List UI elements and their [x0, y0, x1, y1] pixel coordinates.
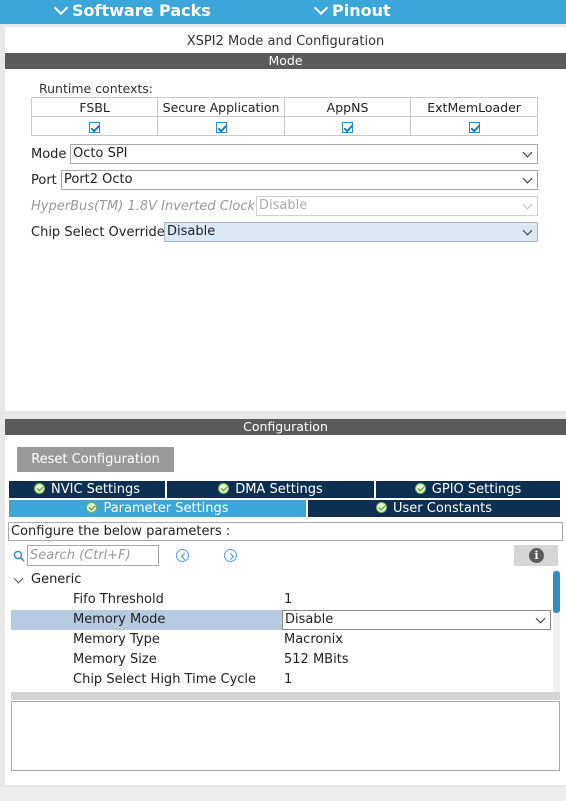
- port-label: Port: [31, 172, 57, 188]
- port-select[interactable]: Port2 Octo: [61, 170, 538, 190]
- bottom-strip: [0, 787, 566, 801]
- parameters-vertical-scrollbar[interactable]: [553, 570, 560, 692]
- chevron-down-icon: [313, 0, 329, 15]
- chip-select-override-select[interactable]: Disable: [164, 222, 538, 242]
- chevron-down-icon: [53, 0, 69, 15]
- runtime-contexts-table: FSBL Secure Application AppNS ExtMemLoad…: [30, 97, 538, 136]
- param-value: Macronix: [284, 632, 343, 647]
- chevron-down-icon: [522, 225, 533, 236]
- param-key: Memory Type: [73, 632, 160, 647]
- param-key: Memory Size: [73, 652, 157, 667]
- context-header-appns: AppNS: [283, 97, 412, 117]
- param-row-memory-mode[interactable]: Memory Mode Disable: [11, 610, 551, 630]
- fsbl-checkbox[interactable]: [89, 121, 101, 133]
- mode-select[interactable]: Octo SPI: [70, 144, 538, 164]
- tab-label: DMA Settings: [235, 482, 323, 497]
- port-value: Port2 Octo: [64, 172, 133, 187]
- context-header-secure-application: Secure Application: [157, 97, 285, 117]
- tab-user-constants[interactable]: User Constants: [308, 500, 560, 517]
- info-button[interactable]: i: [514, 545, 558, 566]
- reset-configuration-button[interactable]: Reset Configuration: [17, 447, 174, 472]
- group-generic[interactable]: Generic: [11, 570, 551, 590]
- chevron-down-icon: [522, 173, 533, 184]
- secure-application-checkbox[interactable]: [215, 121, 227, 133]
- port-row: Port: [31, 170, 57, 190]
- check-circle-icon: [376, 502, 387, 513]
- software-packs-label: Software Packs: [72, 1, 211, 20]
- chevron-down-icon: [535, 613, 546, 624]
- param-value: 1: [284, 672, 293, 687]
- mode-label: Mode: [31, 146, 67, 162]
- tab-gpio-settings[interactable]: GPIO Settings: [376, 481, 560, 498]
- chip-select-row: Chip Select Override: [31, 222, 165, 242]
- search-input[interactable]: Search (Ctrl+F): [27, 545, 159, 566]
- param-key: Memory Mode: [73, 612, 166, 627]
- hyperbus-label: HyperBus(TM) 1.8V Inverted Clock: [31, 198, 256, 214]
- param-row-memory-type[interactable]: Memory Type Macronix: [11, 630, 551, 650]
- memory-mode-select[interactable]: Disable: [282, 610, 551, 630]
- chip-select-override-label: Chip Select Override: [31, 224, 165, 240]
- info-icon: i: [529, 548, 544, 563]
- previous-match-icon[interactable]: [176, 549, 189, 562]
- chip-select-override-value: Disable: [167, 224, 216, 239]
- mode-row: Mode: [31, 144, 66, 164]
- extmemloader-checkbox[interactable]: [468, 121, 480, 133]
- param-row-chip-select-high-time-cycle[interactable]: Chip Select High Time Cycle 1: [11, 670, 551, 690]
- mode-section-header: Mode: [5, 53, 566, 69]
- param-row-fifo-threshold[interactable]: Fifo Threshold 1: [11, 590, 551, 610]
- param-value: Disable: [285, 612, 334, 627]
- check-circle-icon: [86, 502, 98, 513]
- pinout-menu[interactable]: Pinout: [313, 0, 391, 20]
- hyperbus-row: HyperBus(TM) 1.8V Inverted Clock: [31, 196, 255, 216]
- hyperbus-value: Disable: [259, 198, 308, 213]
- scrollbar-thumb[interactable]: [553, 571, 560, 613]
- param-key: Chip Select High Time Cycle: [73, 672, 257, 687]
- runtime-contexts-label: Runtime contexts:: [39, 81, 154, 96]
- appns-checkbox[interactable]: [342, 121, 354, 133]
- tab-dma-settings[interactable]: DMA Settings: [167, 481, 374, 498]
- pinout-label: Pinout: [332, 1, 391, 20]
- search-icon: [13, 550, 25, 562]
- tab-label: NVIC Settings: [51, 482, 140, 497]
- tab-label: GPIO Settings: [431, 482, 522, 497]
- tab-label: Parameter Settings: [103, 501, 229, 516]
- tab-label: User Constants: [393, 501, 492, 516]
- tab-nvic-settings[interactable]: NVIC Settings: [9, 481, 165, 498]
- chevron-down-icon: [13, 573, 24, 584]
- chevron-down-icon: [522, 199, 533, 210]
- configure-parameters-text: Configure the below parameters :: [8, 522, 563, 541]
- group-label: Generic: [31, 572, 82, 587]
- top-toolbar: Software Packs Pinout: [0, 0, 566, 24]
- param-row-memory-size[interactable]: Memory Size 512 MBits: [11, 650, 551, 670]
- hyperbus-select: Disable: [256, 196, 538, 216]
- configuration-section-header: Configuration: [5, 419, 566, 435]
- param-value: 512 MBits: [284, 652, 349, 667]
- param-key: Fifo Threshold: [73, 592, 164, 607]
- check-circle-icon: [34, 483, 45, 494]
- mode-value: Octo SPI: [73, 146, 128, 161]
- check-circle-icon: [414, 483, 426, 494]
- param-value: 1: [284, 592, 293, 607]
- context-header-fsbl: FSBL: [30, 97, 159, 117]
- chevron-down-icon: [522, 147, 533, 158]
- context-header-extmemloader: ExtMemLoader: [410, 97, 538, 117]
- parameters-horizontal-scrollbar[interactable]: [11, 692, 560, 700]
- tab-parameter-settings[interactable]: Parameter Settings: [9, 500, 306, 517]
- software-packs-menu[interactable]: Software Packs: [53, 0, 211, 20]
- parameter-description-box: [11, 701, 560, 771]
- next-match-icon[interactable]: [224, 549, 237, 562]
- check-circle-icon: [218, 483, 230, 494]
- page-title: XSPI2 Mode and Configuration: [186, 34, 385, 49]
